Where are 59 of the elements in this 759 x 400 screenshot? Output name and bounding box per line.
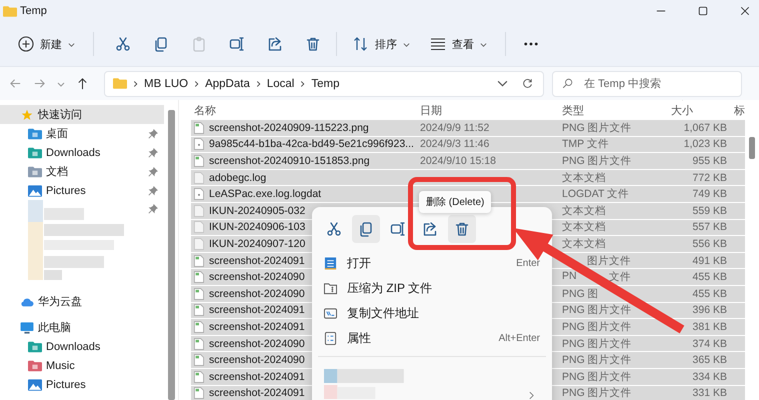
file-name: IKUN-20240905-032 — [209, 204, 306, 217]
file-name: 9a985c44-b1ba-42ca-bd49-5e21c996f923... — [209, 138, 414, 150]
file-name: screenshot-2024090 — [209, 354, 305, 366]
file-type: 文本文档 — [562, 220, 606, 234]
file-size: 365 KB — [692, 354, 727, 366]
file-name: screenshot-2024091 — [209, 320, 305, 333]
file-type: 文本文档 — [562, 204, 606, 218]
file-size: 1,023 KB — [684, 138, 727, 150]
file-name: screenshot-20240910-151853.png — [209, 154, 370, 167]
file-size: 331 KB — [692, 387, 727, 400]
file-size: 1,067 KB — [684, 122, 727, 134]
file-type: PNG 图片文件 — [562, 154, 632, 168]
file-type: PNG 图片文件 — [562, 370, 632, 384]
file-type: PN — [562, 270, 577, 284]
file-size: 955 KB — [692, 154, 727, 167]
file-type: 图片文件 — [587, 254, 631, 268]
file-type: PNG 图片文件 — [562, 120, 632, 135]
file-size: 455 KB — [692, 271, 727, 284]
file-size: 491 KB — [692, 254, 727, 267]
file-name: screenshot-2024091 — [209, 370, 305, 383]
file-type: PNG 图 — [562, 286, 599, 301]
file-name: screenshot-2024091 — [209, 254, 305, 267]
file-type: TMP 文件 — [562, 137, 609, 152]
file-size: 334 KB — [692, 370, 727, 383]
file-name: screenshot-2024090 — [209, 338, 305, 350]
file-size: 772 KB — [692, 172, 727, 184]
file-size: 374 KB — [692, 338, 727, 350]
file-type: PNG 图片文件 — [562, 386, 632, 400]
window-title: Temp — [20, 5, 47, 17]
file-size: 557 KB — [692, 221, 727, 234]
file-type: 文件 — [609, 270, 631, 284]
file-type: PNG 图片文件 — [562, 353, 632, 368]
tooltip: 删除 (Delete) — [419, 191, 492, 213]
file-name: screenshot-2024090 — [209, 288, 305, 300]
file-type: PNG 图片文件 — [562, 303, 632, 318]
file-name: adobegc.log — [209, 172, 266, 184]
file-name: screenshot-2024090 — [209, 271, 305, 284]
file-size: 396 KB — [692, 304, 727, 316]
file-type: 文本文档 — [562, 236, 606, 251]
shortcut-text: Enter — [516, 258, 540, 269]
file-date: 2024/9/3 11:46 — [420, 138, 490, 150]
file-size: 556 KB — [692, 238, 727, 250]
file-type: PNG 图片文件 — [562, 320, 632, 334]
file-name: screenshot-2024091 — [209, 387, 305, 400]
file-size: 381 KB — [692, 320, 727, 333]
file-name: screenshot-20240909-115223.png — [209, 122, 369, 134]
file-name: IKUN-20240907-120 — [209, 238, 306, 250]
file-name: IKUN-20240906-103 — [209, 221, 306, 234]
file-size: 455 KB — [692, 288, 727, 300]
file-type: LOGDAT 文件 — [562, 187, 630, 202]
file-name: LeASPac.exe.log.logdat — [209, 188, 322, 200]
file-size: 749 KB — [692, 188, 727, 200]
file-type: 文本文档 — [562, 170, 606, 185]
file-size: 559 KB — [692, 204, 727, 217]
file-name: screenshot-2024091 — [209, 304, 305, 316]
file-date: 2024/9/10 15:18 — [420, 154, 496, 167]
shortcut-text: Alt+Enter — [498, 333, 540, 344]
file-date: 2024/9/9 11:52 — [420, 122, 490, 134]
file-type: PNG 图片文件 — [562, 336, 632, 351]
